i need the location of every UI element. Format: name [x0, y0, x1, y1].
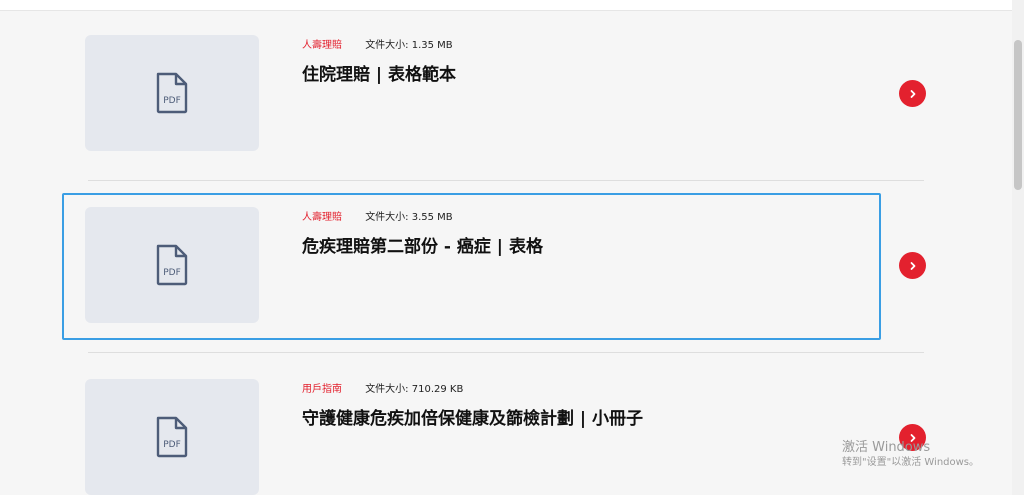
pdf-badge-text: PDF [163, 440, 181, 450]
pdf-badge-text: PDF [163, 96, 181, 106]
category-tag[interactable]: 人壽理賠 [302, 212, 342, 223]
category-tag[interactable]: 人壽理賠 [302, 40, 342, 51]
chevron-right-icon [910, 89, 915, 98]
vertical-scrollbar[interactable] [1012, 0, 1024, 495]
file-thumbnail[interactable]: PDF [85, 379, 259, 495]
list-item[interactable]: PDF 人壽理賠 文件大小: 1.35 MB 住院理賠 | 表格範本 [85, 0, 926, 172]
item-title[interactable]: 守護健康危疾加倍保健康及篩檢計劃 | 小冊子 [302, 404, 643, 429]
item-meta: 人壽理賠 文件大小: 3.55 MB [302, 212, 453, 224]
watermark-line-2: 转到"设置"以激活 Windows。 [842, 457, 980, 468]
file-size: 文件大小: 710.29 KB [365, 384, 464, 395]
open-arrow-button[interactable] [899, 252, 926, 279]
chevron-right-icon [910, 261, 915, 270]
item-title[interactable]: 住院理賠 | 表格範本 [302, 60, 456, 85]
windows-activation-watermark: 激活 Windows 转到"设置"以激活 Windows。 [842, 440, 979, 470]
scrollbar-thumb[interactable] [1014, 40, 1022, 190]
item-meta: 用戶指南 文件大小: 710.29 KB [302, 384, 463, 396]
file-size: 文件大小: 1.35 MB [365, 40, 453, 51]
list-item[interactable]: PDF 人壽理賠 文件大小: 3.55 MB 危疾理賠第二部份 - 癌症 | 表… [85, 172, 926, 344]
category-tag[interactable]: 用戶指南 [302, 384, 342, 395]
download-list-page: PDF 人壽理賠 文件大小: 1.35 MB 住院理賠 | 表格範本 PDF 人… [0, 0, 1024, 495]
item-title[interactable]: 危疾理賠第二部份 - 癌症 | 表格 [302, 232, 543, 257]
list-item[interactable]: PDF 用戶指南 文件大小: 710.29 KB 守護健康危疾加倍保健康及篩檢計… [85, 344, 926, 495]
pdf-file-icon: PDF [156, 416, 188, 458]
file-thumbnail[interactable]: PDF [85, 35, 259, 151]
pdf-file-icon: PDF [156, 72, 188, 114]
item-meta: 人壽理賠 文件大小: 1.35 MB [302, 40, 453, 52]
watermark-line-1: 激活 Windows [842, 440, 931, 455]
pdf-file-icon: PDF [156, 244, 188, 286]
file-thumbnail[interactable]: PDF [85, 207, 259, 323]
open-arrow-button[interactable] [899, 80, 926, 107]
pdf-badge-text: PDF [163, 268, 181, 278]
file-size: 文件大小: 3.55 MB [365, 212, 453, 223]
